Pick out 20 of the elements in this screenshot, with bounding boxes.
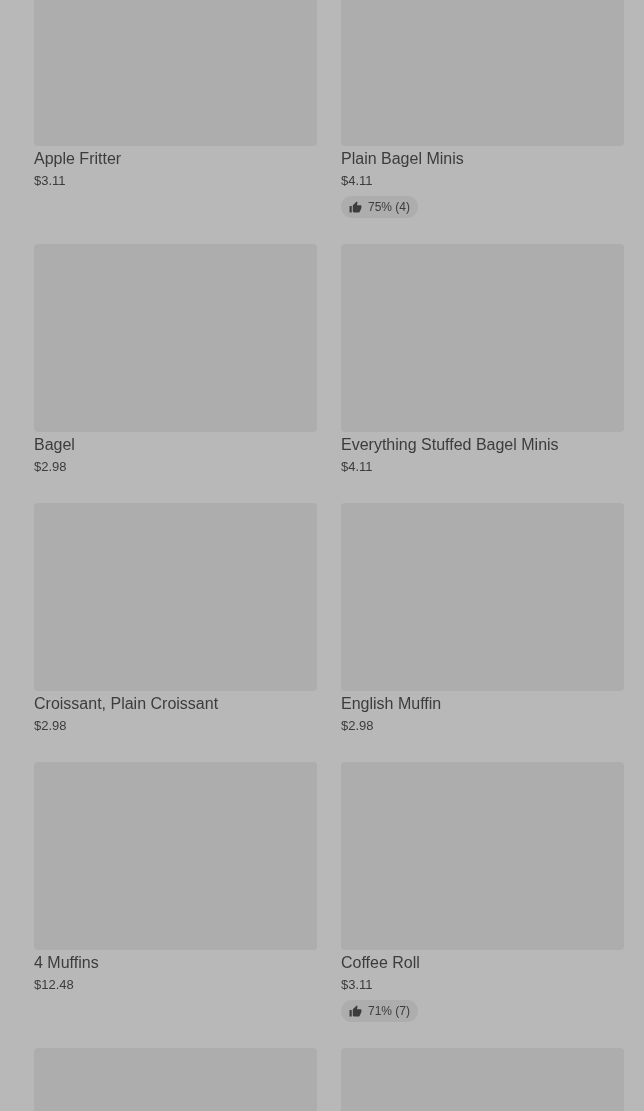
product-price: $2.98 <box>34 717 67 735</box>
rating-badge: 75% (4) <box>341 196 419 218</box>
product-name[interactable]: English Muffin <box>341 692 442 716</box>
product-name[interactable]: Apple Fritter <box>34 147 122 171</box>
product-price: $3.11 <box>341 976 373 994</box>
rating-badge: 71% (7) <box>341 1000 419 1022</box>
product-name[interactable]: Coffee Roll <box>341 951 420 975</box>
product-price: $2.98 <box>34 458 67 476</box>
product-name[interactable]: Everything Stuffed Bagel Minis <box>341 433 559 457</box>
product-price: $3.11 <box>34 172 66 190</box>
product-price: $4.11 <box>341 172 373 190</box>
product-price: $4.11 <box>341 458 373 476</box>
product-name[interactable]: Croissant, Plain Croissant <box>34 692 219 716</box>
product-name[interactable]: Plain Bagel Minis <box>341 147 464 171</box>
thumbs-up-icon <box>349 200 362 214</box>
product-price: $2.98 <box>341 717 374 735</box>
thumbs-up-icon <box>349 1004 362 1018</box>
product-price: $12.48 <box>34 976 74 994</box>
product-name[interactable]: Bagel <box>34 433 75 457</box>
product-name[interactable]: 4 Muffins <box>34 951 99 975</box>
